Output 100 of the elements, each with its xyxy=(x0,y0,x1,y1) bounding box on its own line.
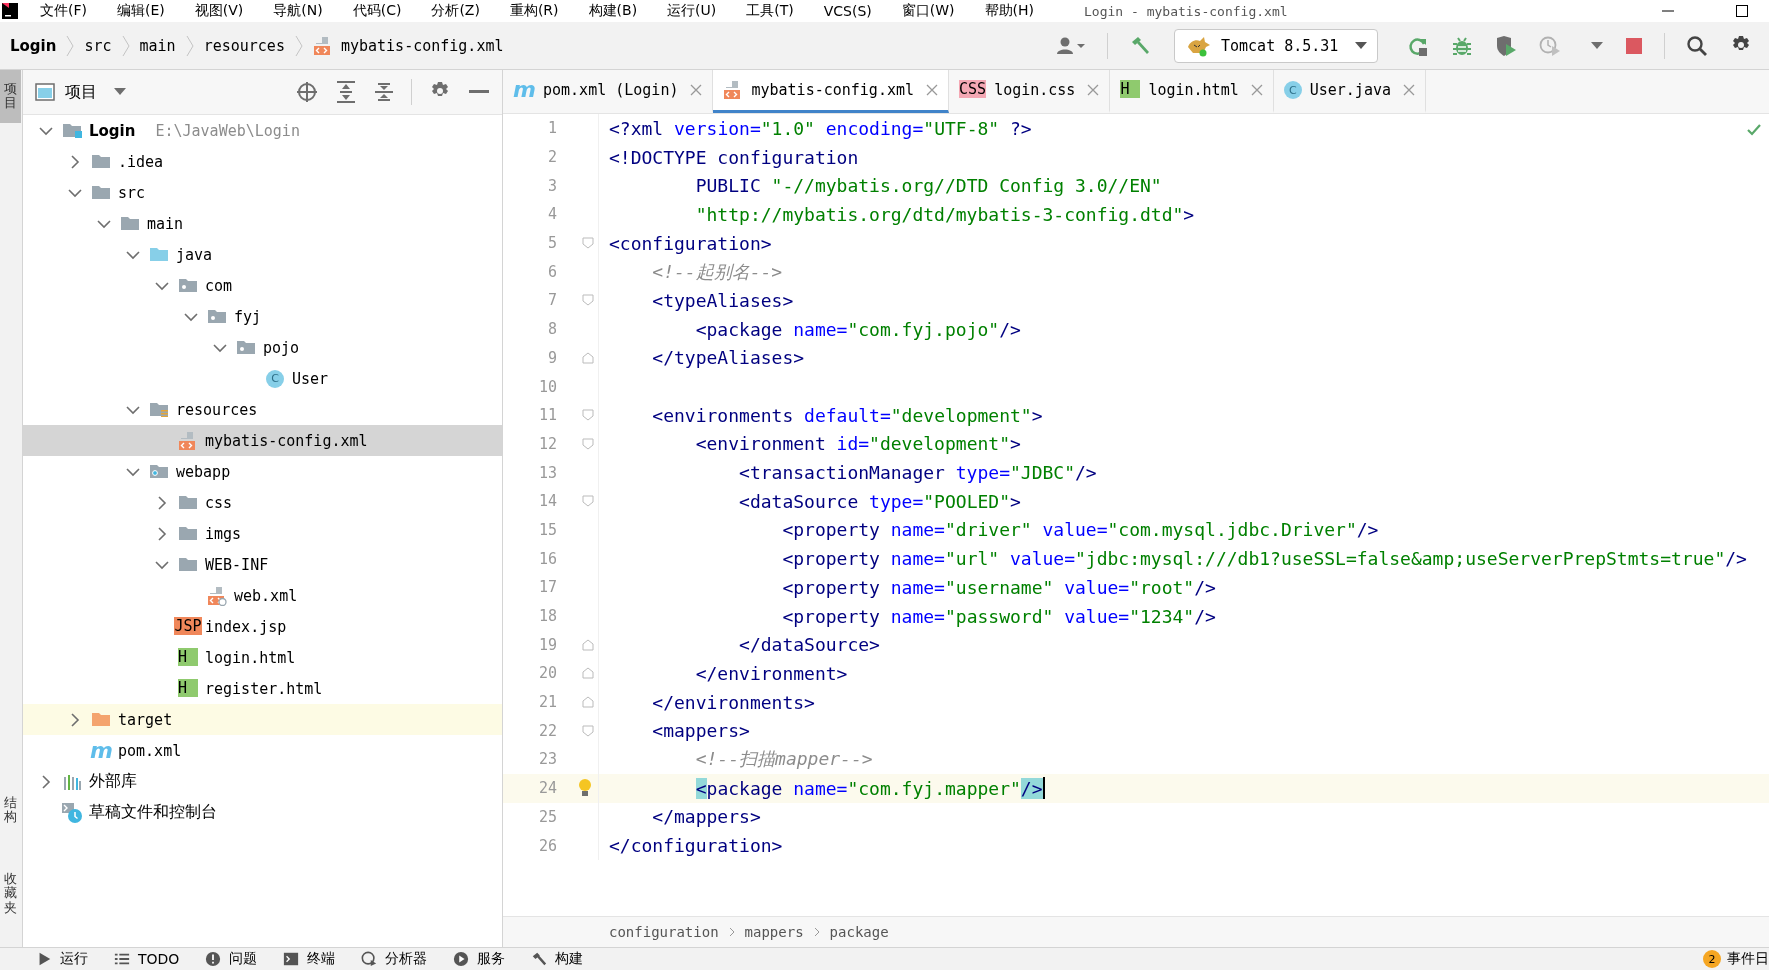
tree-item[interactable]: target xyxy=(23,704,502,735)
tree-item[interactable]: resources xyxy=(23,394,502,425)
tree-item[interactable]: mybatis-config.xml xyxy=(23,425,502,456)
menu-item[interactable]: 工具(T) xyxy=(746,2,794,20)
tree-item[interactable]: com xyxy=(23,270,502,301)
close-icon[interactable] xyxy=(926,84,939,96)
play-circle-icon xyxy=(453,951,470,967)
menu-item[interactable]: 构建(B) xyxy=(588,2,638,20)
caret-icon[interactable] xyxy=(114,88,126,96)
chevron-icon[interactable] xyxy=(39,774,53,789)
tool-window-button[interactable]: 分析器 xyxy=(361,949,428,969)
tree-item[interactable]: 外部库 xyxy=(23,766,502,797)
close-icon[interactable] xyxy=(690,84,703,96)
tree-item[interactable]: fyj xyxy=(23,301,502,332)
tree-item[interactable]: src xyxy=(23,177,502,208)
code-line: <property name="username" value="root"/> xyxy=(781,576,1216,598)
tool-window-button[interactable]: 问题 xyxy=(205,949,258,969)
line-number: 1 xyxy=(546,119,557,138)
coverage-icon[interactable] xyxy=(1495,34,1517,57)
tool-window-button[interactable]: 构建 xyxy=(531,949,584,969)
chevron-icon[interactable] xyxy=(68,154,82,169)
tree-item[interactable]: css xyxy=(23,487,502,518)
notification-badge: 2 xyxy=(1703,950,1721,968)
tree-item[interactable]: JSP index.jsp xyxy=(23,611,502,642)
tree-item[interactable]: 草稿文件和控制台 xyxy=(23,797,502,828)
collapse-all-icon[interactable] xyxy=(374,81,394,103)
user-icon[interactable] xyxy=(1056,35,1086,56)
line-number: 22 xyxy=(537,721,557,740)
run-config-dropdown[interactable]: Tomcat 8.5.31 xyxy=(1174,28,1378,63)
bulb-icon[interactable] xyxy=(578,778,592,799)
breadcrumb-item[interactable]: src xyxy=(84,36,112,55)
breadcrumb-item[interactable]: Login xyxy=(10,36,57,55)
tree-item[interactable]: webapp xyxy=(23,456,502,487)
locate-icon[interactable] xyxy=(296,81,318,103)
editor-tab[interactable]: C User.java xyxy=(1273,70,1426,113)
tree-item[interactable]: main xyxy=(23,208,502,239)
code-line: <?xml version="1.0" encoding="UTF-8" ?> xyxy=(609,117,1032,139)
menu-item[interactable]: 视图(V) xyxy=(194,2,244,20)
tree-item[interactable]: web.xml xyxy=(23,580,502,611)
tree-item[interactable]: H login.html xyxy=(23,642,502,673)
menu-item[interactable]: 导航(N) xyxy=(273,2,323,20)
stop-icon[interactable] xyxy=(1625,36,1643,55)
tool-window-tab[interactable]: 结构 xyxy=(0,783,21,837)
menu-item[interactable]: 编辑(E) xyxy=(117,2,165,20)
chevron-icon[interactable] xyxy=(68,712,82,727)
line-number: 5 xyxy=(546,234,557,253)
breadcrumb-item[interactable]: main xyxy=(139,36,176,55)
editor-tab[interactable]: CSS login.css xyxy=(949,70,1111,113)
minimize-icon[interactable] xyxy=(469,90,489,94)
breadcrumb-item[interactable]: configuration xyxy=(609,924,719,940)
search-icon[interactable] xyxy=(1686,34,1708,57)
tool-window-tab[interactable]: 收藏夹 xyxy=(0,860,21,927)
tree-item[interactable]: C User xyxy=(23,363,502,394)
line-number: 23 xyxy=(537,750,557,769)
tree-item[interactable]: m pom.xml xyxy=(23,735,502,766)
menu-item[interactable]: 运行(U) xyxy=(667,2,717,20)
editor-tab[interactable]: mybatis-config.xml xyxy=(713,70,950,113)
expand-all-icon[interactable] xyxy=(336,81,356,103)
check-icon xyxy=(1747,124,1761,136)
maximize-icon[interactable] xyxy=(1735,4,1749,18)
tree-item[interactable]: java xyxy=(23,239,502,270)
line-number: 14 xyxy=(537,492,557,511)
tool-window-button[interactable]: TODO xyxy=(114,949,180,969)
menu-item[interactable]: VCS(S) xyxy=(823,3,872,19)
line-number: 10 xyxy=(537,377,557,396)
close-icon[interactable] xyxy=(1403,84,1415,96)
tool-window-button[interactable]: 运行 xyxy=(36,949,88,969)
chevron-icon[interactable] xyxy=(155,495,169,510)
menu-item[interactable]: 分析(Z) xyxy=(431,2,480,20)
tree-item[interactable]: .idea xyxy=(23,146,502,177)
menu-item[interactable]: 重构(R) xyxy=(509,2,559,20)
tool-window-button[interactable]: 终端 xyxy=(283,949,336,969)
tool-window-tab[interactable]: 项目 xyxy=(0,70,21,123)
line-number: 6 xyxy=(546,262,557,281)
breadcrumb-item[interactable]: mappers xyxy=(744,924,804,940)
menu-item[interactable]: 帮助(H) xyxy=(984,2,1035,20)
menu-item[interactable]: 文件(F) xyxy=(40,2,87,20)
caret-icon[interactable] xyxy=(1591,41,1603,50)
tree-item[interactable]: H register.html xyxy=(23,673,502,704)
close-icon[interactable] xyxy=(1250,84,1263,96)
window-title: Login - mybatis-config.xml xyxy=(1084,3,1288,19)
tool-window-button[interactable]: 服务 xyxy=(453,949,506,969)
line-number: 4 xyxy=(546,205,557,224)
tree-item[interactable]: imgs xyxy=(23,518,502,549)
tree-item[interactable]: pojo xyxy=(23,332,502,363)
breadcrumb-item[interactable]: mybatis-config.xml xyxy=(340,36,504,55)
editor-tab[interactable]: H login.html xyxy=(1110,70,1274,113)
chevron-icon xyxy=(121,34,130,57)
menu-item[interactable]: 代码(C) xyxy=(352,2,402,20)
chevron-icon[interactable] xyxy=(155,526,169,541)
event-log-button[interactable]: 事件日 xyxy=(1727,949,1769,969)
tree-item[interactable]: WEB-INF xyxy=(23,549,502,580)
folder-icon xyxy=(149,246,169,263)
tree-item[interactable]: Login E:\JavaWeb\Login xyxy=(23,115,502,146)
chevron-icon xyxy=(66,34,75,57)
close-icon[interactable] xyxy=(1087,84,1100,96)
panel-title[interactable]: 项目 xyxy=(65,81,97,103)
breadcrumb-item[interactable]: package xyxy=(829,924,889,940)
breadcrumb-item[interactable]: resources xyxy=(203,36,285,55)
menu-item[interactable]: 窗口(W) xyxy=(901,2,955,20)
